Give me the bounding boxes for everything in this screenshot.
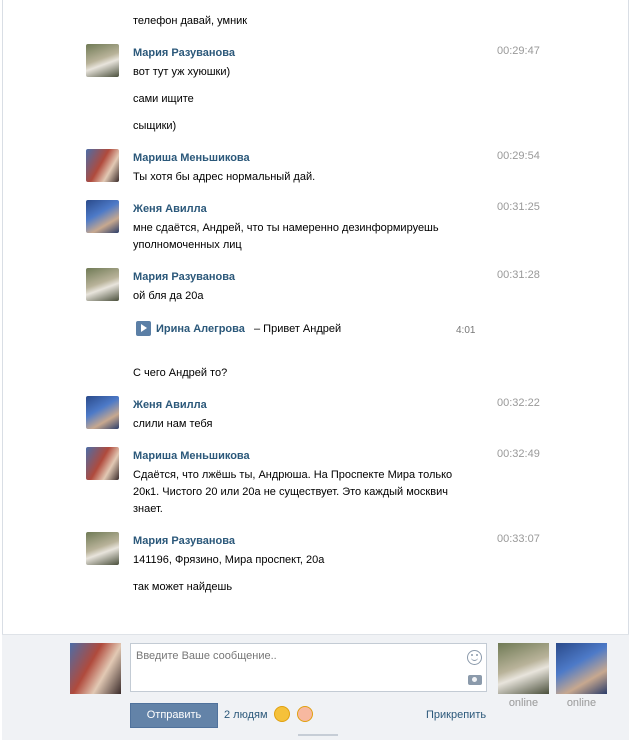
attach-link[interactable]: Прикрепить (426, 709, 486, 721)
avatar[interactable] (86, 396, 119, 429)
message-text: сами ищите (133, 93, 194, 105)
send-button[interactable]: Отправить (130, 703, 218, 728)
avatar[interactable] (86, 149, 119, 182)
message-time[interactable]: 00:29:54 (497, 150, 540, 162)
message-author[interactable]: Мариша Меньшикова (133, 152, 250, 164)
message-text: Сдаётся, что лжёшь ты, Андрюша. На Просп… (133, 469, 453, 515)
message-text: Ты хотя бы адрес нормальный дай. (133, 171, 316, 183)
message-author[interactable]: Мариша Меньшикова (133, 450, 250, 462)
message-text: ой бля да 20а (133, 290, 204, 302)
message-time[interactable]: 00:31:28 (497, 269, 540, 281)
message-time[interactable]: 00:29:47 (497, 45, 540, 57)
message-author[interactable]: Мария Разуванова (133, 47, 235, 59)
message-text: телефон давай, умник (133, 15, 248, 27)
audio-title[interactable]: – Привет Андрей (254, 323, 341, 335)
participant-avatar[interactable] (556, 643, 607, 694)
smile-emoji-icon[interactable] (274, 706, 290, 722)
recipients-link[interactable]: 2 людям (224, 709, 268, 721)
message-author[interactable]: Мария Разуванова (133, 535, 235, 547)
message-list: телефон давай, умник Мария Разуванова 00… (0, 0, 631, 634)
message-text: С чего Андрей то? (133, 367, 228, 379)
message-text: 141196, Фрязино, Мира проспект, 20а (133, 554, 325, 566)
message-time[interactable]: 00:33:07 (497, 533, 540, 545)
message-time[interactable]: 00:32:22 (497, 397, 540, 409)
message-text: сыщики) (133, 120, 177, 132)
audio-attachment[interactable]: Ирина Алегрова – Привет Андрей 4:01 (133, 320, 480, 338)
camera-icon[interactable] (468, 675, 482, 685)
message-text: так может найдешь (133, 581, 233, 593)
resize-handle[interactable] (298, 734, 338, 736)
message-author[interactable]: Женя Авилла (133, 203, 207, 215)
message-text: слили нам тебя (133, 418, 213, 430)
message-input[interactable]: Введите Ваше сообщение.. (130, 643, 487, 692)
message-text: мне сдаётся, Андрей, что ты намеренно де… (133, 222, 439, 251)
audio-artist[interactable]: Ирина Алегрова (156, 323, 245, 335)
avatar[interactable] (86, 447, 119, 480)
participant-avatar[interactable] (498, 643, 549, 694)
kiss-emoji-icon[interactable] (297, 706, 313, 722)
participant-status: online (508, 697, 539, 709)
message-time[interactable]: 00:32:49 (497, 448, 540, 460)
message-input-placeholder[interactable]: Введите Ваше сообщение.. (136, 650, 277, 662)
avatar[interactable] (86, 44, 119, 77)
message-time[interactable]: 00:31:25 (497, 201, 540, 213)
avatar[interactable] (86, 268, 119, 301)
avatar[interactable] (86, 532, 119, 565)
audio-duration: 4:01 (456, 325, 476, 336)
play-icon[interactable] (136, 321, 151, 336)
avatar[interactable] (86, 200, 119, 233)
message-author[interactable]: Женя Авилла (133, 399, 207, 411)
composer: Введите Ваше сообщение.. Отправить 2 люд… (2, 634, 629, 740)
my-avatar[interactable] (70, 643, 121, 694)
message-text: вот тут уж хуюшки) (133, 66, 231, 78)
smile-icon[interactable] (467, 650, 482, 665)
message-author[interactable]: Мария Разуванова (133, 271, 235, 283)
participant-status: online (566, 697, 597, 709)
